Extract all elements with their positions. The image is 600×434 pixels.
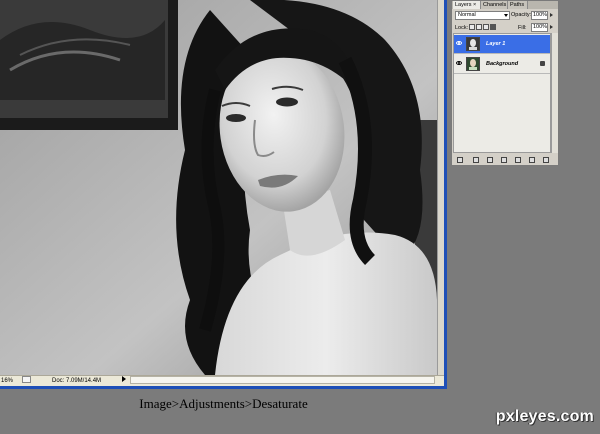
document-canvas-photo[interactable]: [0, 0, 437, 375]
palette-tab-bar: Layers × Channels Paths: [452, 1, 558, 9]
tab-channels[interactable]: Channels: [481, 1, 508, 9]
chevron-down-icon: [504, 14, 508, 17]
fill-label: Fill:: [518, 25, 527, 31]
layer-row-layer-1[interactable]: Layer 1: [454, 35, 550, 54]
new-layer-icon[interactable]: [529, 157, 535, 163]
layers-footer-toolbar: [453, 155, 558, 165]
opacity-slider-arrow-icon[interactable]: [550, 13, 553, 17]
document-status-bar: 16% Doc: 7.09M/14.4M: [0, 375, 444, 386]
layer-thumbnail: [466, 37, 480, 51]
lock-icon: [540, 61, 545, 66]
opacity-field[interactable]: 100%: [531, 11, 548, 20]
window-frame-bottom: [0, 386, 447, 389]
lock-transparent-pixels-icon[interactable]: [469, 24, 475, 30]
opacity-label: Opacity:: [511, 12, 532, 18]
step-caption: Image>Adjustments>Desaturate: [139, 396, 308, 411]
grayscale-portrait-image: [0, 0, 437, 375]
blend-mode-value: Normal: [458, 12, 476, 18]
site-watermark: pxleyes.com: [495, 408, 594, 425]
window-frame-right: [444, 0, 447, 389]
document-vertical-scrollbar[interactable]: [437, 0, 444, 375]
link-layers-icon[interactable]: [457, 157, 463, 163]
lock-image-pixels-icon[interactable]: [476, 24, 482, 30]
lock-position-icon[interactable]: [483, 24, 489, 30]
zoom-level[interactable]: 16%: [1, 376, 13, 386]
document-horizontal-scrollbar[interactable]: [130, 376, 435, 384]
eye-visibility-icon[interactable]: [456, 41, 462, 45]
zoom-preview-icon[interactable]: [22, 376, 31, 383]
adjustment-layer-icon[interactable]: [501, 157, 507, 163]
new-group-folder-icon[interactable]: [515, 157, 521, 163]
fill-field[interactable]: 100%: [531, 23, 548, 32]
layer-thumbnail: [466, 57, 480, 71]
layers-palette: Layers × Channels Paths Normal Opacity: …: [451, 0, 559, 166]
layer-name: Layer 1: [486, 41, 506, 47]
trash-delete-icon[interactable]: [543, 157, 549, 163]
eye-visibility-icon[interactable]: [456, 61, 462, 65]
status-menu-arrow-icon[interactable]: [122, 376, 126, 382]
layer-row-background[interactable]: Background: [454, 55, 550, 74]
layer-style-fx-icon[interactable]: [473, 157, 479, 163]
lock-label: Lock:: [455, 25, 469, 31]
layer-name: Background: [486, 61, 519, 67]
fill-slider-arrow-icon[interactable]: [550, 25, 553, 29]
document-window: 16% Doc: 7.09M/14.4M: [0, 0, 444, 386]
tab-layers[interactable]: Layers ×: [453, 1, 481, 9]
document-size-info: Doc: 7.09M/14.4M: [52, 378, 102, 384]
layers-list-scrollbar[interactable]: [551, 33, 558, 153]
blend-mode-select[interactable]: Normal: [455, 11, 510, 20]
add-mask-icon[interactable]: [487, 157, 493, 163]
tab-paths[interactable]: Paths: [508, 1, 528, 9]
layers-list: Layer 1 Background: [453, 33, 551, 153]
lock-all-icon[interactable]: [490, 24, 496, 30]
